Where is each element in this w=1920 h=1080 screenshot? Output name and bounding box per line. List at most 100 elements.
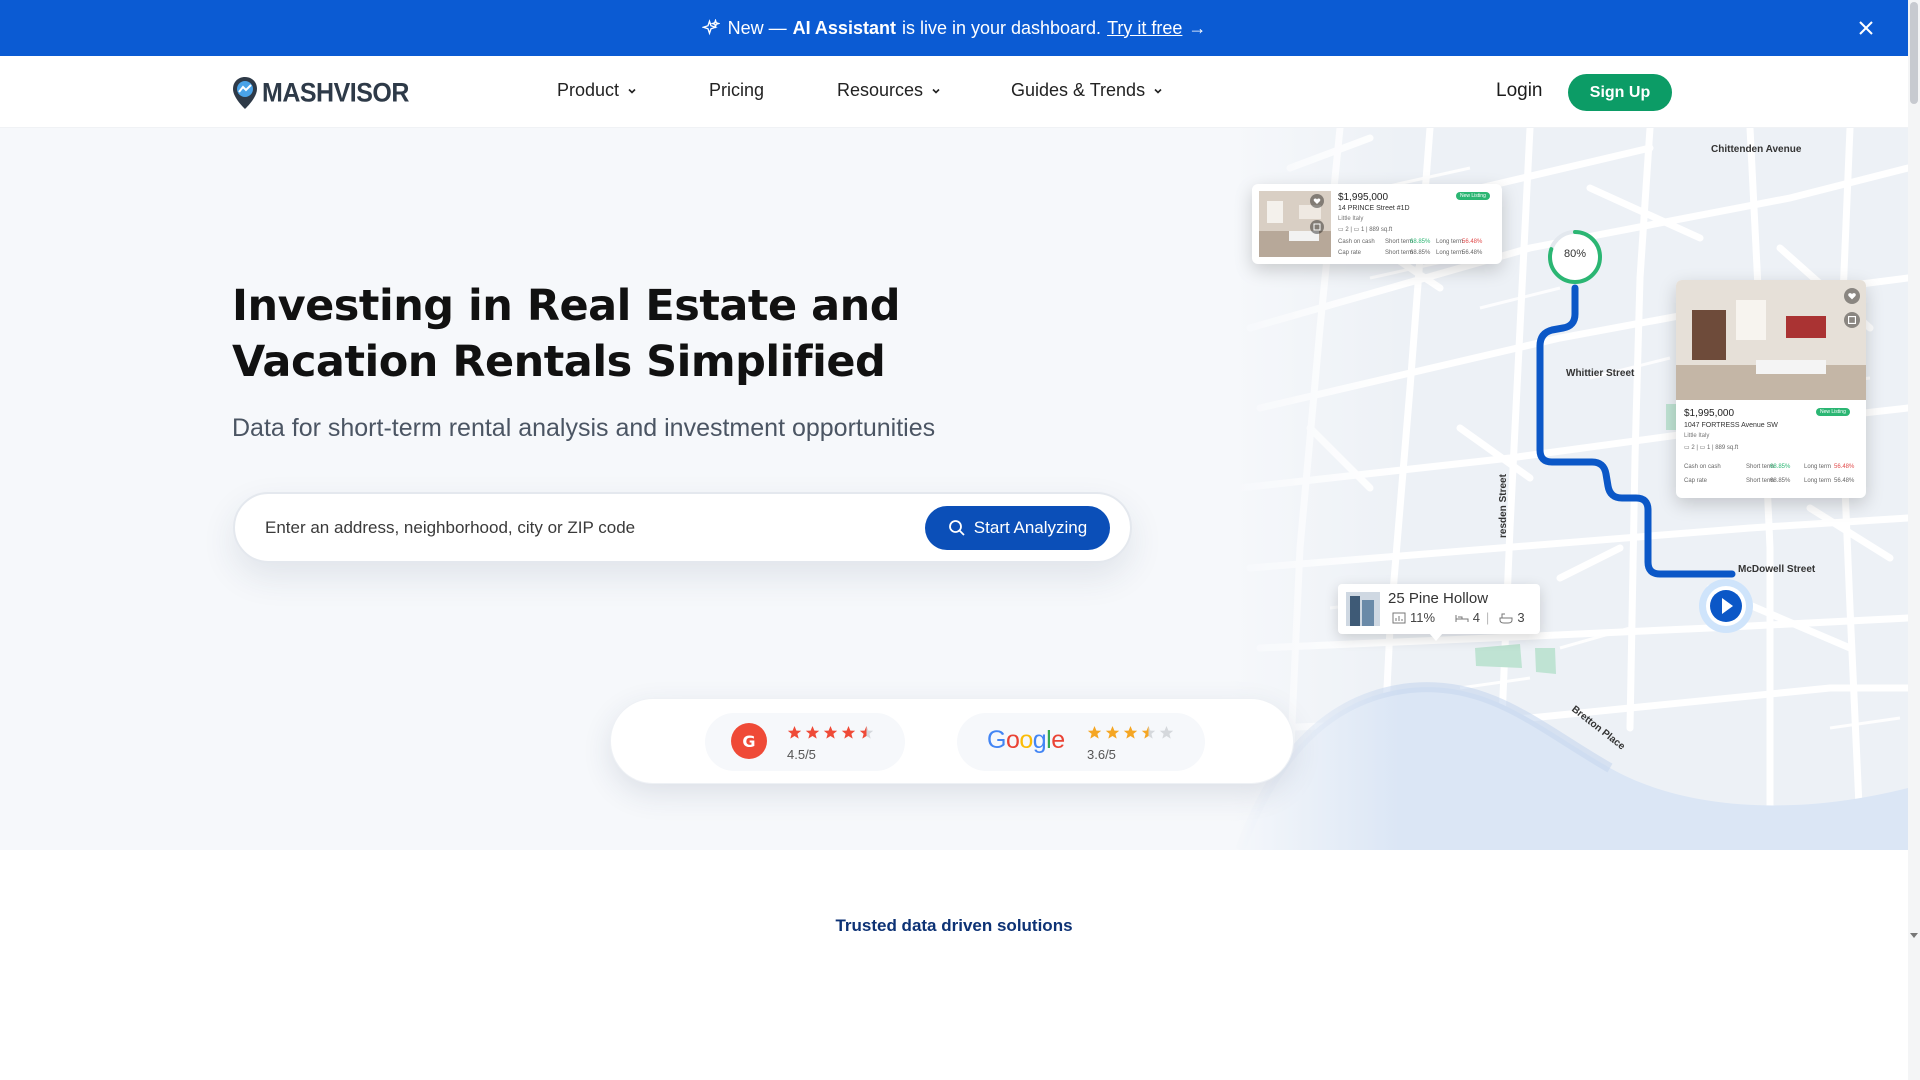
g2-logo-icon: G [731, 723, 767, 759]
chart-icon [1392, 612, 1406, 623]
close-icon[interactable] [1854, 16, 1878, 40]
listing-price: $1,995,000 [1338, 192, 1389, 203]
star-icon [1105, 726, 1120, 739]
nav-product[interactable]: Product [557, 80, 637, 101]
short-term-value: 68.85% [1770, 478, 1791, 484]
long-term-label: Long term [1436, 239, 1464, 245]
street-label: Chittenden Avenue [1711, 144, 1802, 155]
play-icon[interactable] [1698, 578, 1754, 634]
progress-label: 80% [1563, 248, 1587, 260]
long-term-value: 56.48% [1462, 239, 1483, 245]
g2-score: 4.5/5 [787, 747, 816, 762]
listing-address: 1047 FORTRESS Avenue SW [1684, 422, 1778, 429]
long-term-value: 56.48% [1462, 250, 1483, 256]
arrow-right-icon: → [1188, 17, 1207, 38]
listing-price: $1,995,000 [1684, 408, 1735, 419]
star-icon [805, 726, 820, 739]
chevron-down-icon [1154, 88, 1162, 94]
listing-specs: ▭ 2 | ▭ 1 | 889 sq.ft [1684, 445, 1739, 451]
listing-area: Little Italy [1338, 216, 1364, 222]
svg-text:Google: Google [987, 726, 1065, 754]
cash-on-cash-label: Cash on cash [1684, 464, 1721, 470]
star-icon [1159, 726, 1174, 739]
pin-stats: 11% 4 | 3 [1388, 610, 1525, 625]
heart-icon[interactable] [1310, 194, 1324, 208]
cap-rate-label: Cap rate [1684, 478, 1708, 484]
long-term-label: Long term [1804, 478, 1832, 484]
star-icon [1087, 726, 1102, 739]
svg-text:G: G [742, 732, 755, 751]
try-it-free-link[interactable]: Try it free [1107, 18, 1182, 39]
short-term-value: 68.85% [1410, 250, 1431, 256]
login-link[interactable]: Login [1496, 80, 1543, 102]
announcement-highlight: AI Assistant [792, 17, 896, 38]
street-label: Whittier Street [1566, 368, 1635, 379]
nav-guides-label: Guides & Trends [1011, 80, 1146, 100]
cap-rate-label: Cap rate [1338, 250, 1362, 256]
short-term-label: Short term [1385, 250, 1414, 256]
start-analyzing-button[interactable]: Start Analyzing [925, 506, 1110, 550]
new-listing-badge: New Listing [1456, 192, 1490, 200]
scrollbar-thumb[interactable] [1910, 2, 1918, 104]
bath-icon: ▭ [1699, 445, 1706, 451]
compare-icon[interactable] [1310, 220, 1324, 234]
new-listing-badge: New Listing [1816, 408, 1850, 416]
listing-address: 14 PRINCE Street #1D [1338, 205, 1410, 212]
bath-icon: ▭ [1353, 227, 1360, 233]
listing-area: Little Italy [1684, 433, 1710, 439]
star-icon [859, 726, 874, 739]
google-logo-icon: Google [987, 726, 1065, 754]
hero-subtitle: Data for short-term rental analysis and … [232, 414, 936, 442]
site-header: MASHVISOR Product Pricing Resources Guid… [0, 56, 1908, 128]
building-thumbnail [1346, 592, 1380, 626]
long-term-label: Long term [1436, 250, 1464, 256]
street-label: resden Street [1498, 474, 1509, 538]
property-pin-card[interactable]: 25 Pine Hollow 11% 4 | 3 [1338, 584, 1540, 634]
bed-icon: ▭ [1684, 445, 1690, 451]
long-term-label: Long term [1804, 464, 1832, 470]
pin-title: 25 Pine Hollow [1388, 590, 1489, 607]
hero-title: Investing in Real Estate and Vacation Re… [232, 281, 901, 387]
nav-resources-label: Resources [837, 80, 924, 100]
star-icon [1123, 726, 1138, 739]
start-analyzing-label: Start Analyzing [973, 518, 1088, 537]
compare-icon[interactable] [1844, 312, 1860, 328]
long-term-value: 56.48% [1834, 464, 1855, 470]
nav-resources[interactable]: Resources [837, 80, 941, 101]
g2-rating[interactable]: G 4.5/5 [705, 713, 905, 771]
scroll-down-arrow-icon[interactable] [1910, 930, 1918, 940]
google-rating[interactable]: Google 3.6/5 [957, 713, 1205, 771]
sign-up-button[interactable]: Sign Up [1568, 74, 1672, 111]
listing-card[interactable]: $1,995,000 1047 FORTRESS Avenue SW Littl… [1676, 280, 1866, 498]
nav-pricing[interactable]: Pricing [709, 80, 764, 101]
sparkle-icon [701, 19, 720, 36]
chevron-down-icon [628, 88, 636, 94]
search-icon [948, 520, 965, 536]
nav-pricing-label: Pricing [709, 80, 765, 100]
star-icon [823, 726, 838, 739]
listing-photo [1676, 280, 1866, 400]
star-icon [787, 726, 802, 739]
announcement-prefix: New — [727, 17, 787, 38]
nav-product-label: Product [557, 80, 620, 100]
google-score: 3.6/5 [1087, 747, 1116, 762]
announcement-suffix: is live in your dashboard. [901, 17, 1102, 38]
street-label: McDowell Street [1738, 564, 1816, 575]
chevron-down-icon [932, 88, 940, 94]
cash-on-cash-label: Cash on cash [1338, 239, 1375, 245]
nav-guides-trends[interactable]: Guides & Trends [1011, 80, 1163, 101]
bed-icon [1455, 614, 1469, 622]
short-term-label: Short term [1385, 239, 1414, 245]
star-icon [1141, 726, 1156, 739]
page-scrollbar[interactable] [1908, 0, 1920, 1080]
search-bar: Start Analyzing [233, 492, 1132, 563]
announcement-bar: New — AI Assistant is live in your dashb… [0, 0, 1908, 56]
ratings-bar: G 4.5/5 Google 3.6/5 [610, 698, 1294, 784]
heart-icon[interactable] [1844, 288, 1860, 304]
long-term-value: 56.48% [1834, 478, 1855, 484]
search-input[interactable] [265, 512, 865, 544]
hero-section: 80% Chittenden Avenue Whittier Street re… [0, 128, 1908, 850]
listing-card[interactable]: $1,995,000 14 PRINCE Street #1D Little I… [1252, 184, 1502, 264]
google-stars [1087, 725, 1177, 740]
listing-specs: ▭ 2 | ▭ 1 | 889 sq.ft [1338, 227, 1393, 233]
